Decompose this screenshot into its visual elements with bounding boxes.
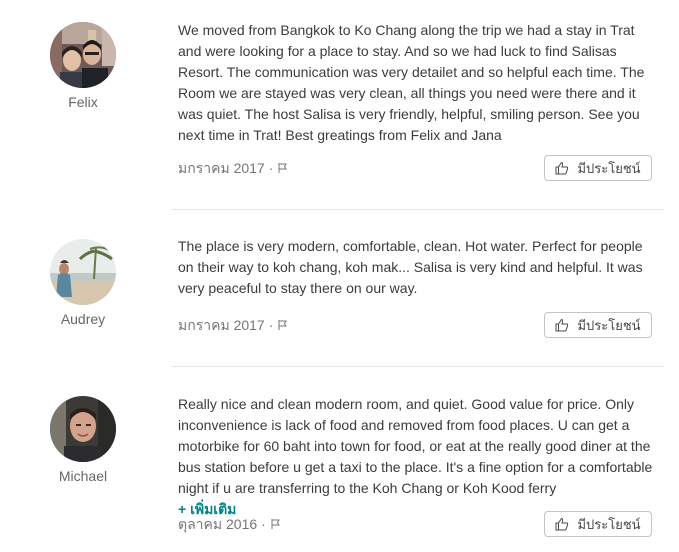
flag-icon[interactable]	[270, 518, 282, 530]
helpful-label: มีประโยชน์	[577, 516, 641, 532]
read-more-link[interactable]: + เพิ่มเติม	[178, 501, 236, 517]
helpful-label: มีประโยชน์	[577, 317, 641, 333]
avatar[interactable]	[50, 396, 116, 462]
reviewer-name[interactable]: Audrey	[38, 311, 128, 327]
review-text-body: Really nice and clean modern room, and q…	[178, 396, 653, 496]
avatar-image	[50, 396, 116, 462]
review-text: Really nice and clean modern room, and q…	[178, 394, 658, 520]
avatar-image	[50, 239, 116, 305]
thumbs-up-icon	[555, 318, 569, 332]
meta-separator: ·	[261, 516, 266, 532]
meta-separator: ·	[268, 317, 274, 333]
review-text: The place is very modern, comfortable, c…	[178, 238, 643, 296]
divider	[172, 366, 664, 367]
review-date: มกราคม 2017	[178, 317, 265, 333]
meta-separator: ·	[268, 160, 274, 176]
avatar-image	[50, 22, 116, 88]
helpful-label: มีประโยชน์	[577, 160, 641, 176]
reviewer-name[interactable]: Felix	[38, 94, 128, 110]
reviewer-name[interactable]: Michael	[38, 468, 128, 484]
review-meta: มกราคม 2017 ·	[178, 160, 289, 176]
review-meta: มกราคม 2017 ·	[178, 317, 289, 333]
review-date: มกราคม 2017	[178, 160, 265, 176]
reviewer: Audrey	[48, 239, 118, 327]
avatar[interactable]	[50, 239, 116, 305]
thumbs-up-icon	[555, 161, 569, 175]
review-date: ตุลาคม 2016	[178, 516, 258, 532]
review-text: We moved from Bangkok to Ko Chang along …	[178, 22, 645, 143]
thumbs-up-icon	[555, 517, 569, 531]
reviewer: Michael	[48, 396, 118, 484]
helpful-button[interactable]: มีประโยชน์	[544, 511, 652, 537]
helpful-button[interactable]: มีประโยชน์	[544, 312, 652, 338]
avatar[interactable]	[50, 22, 116, 88]
review-meta: ตุลาคม 2016 ·	[178, 516, 282, 532]
flag-icon[interactable]	[277, 319, 289, 331]
divider	[172, 209, 664, 210]
helpful-button[interactable]: มีประโยชน์	[544, 155, 652, 181]
flag-icon[interactable]	[277, 162, 289, 174]
reviewer: Felix	[48, 22, 118, 110]
